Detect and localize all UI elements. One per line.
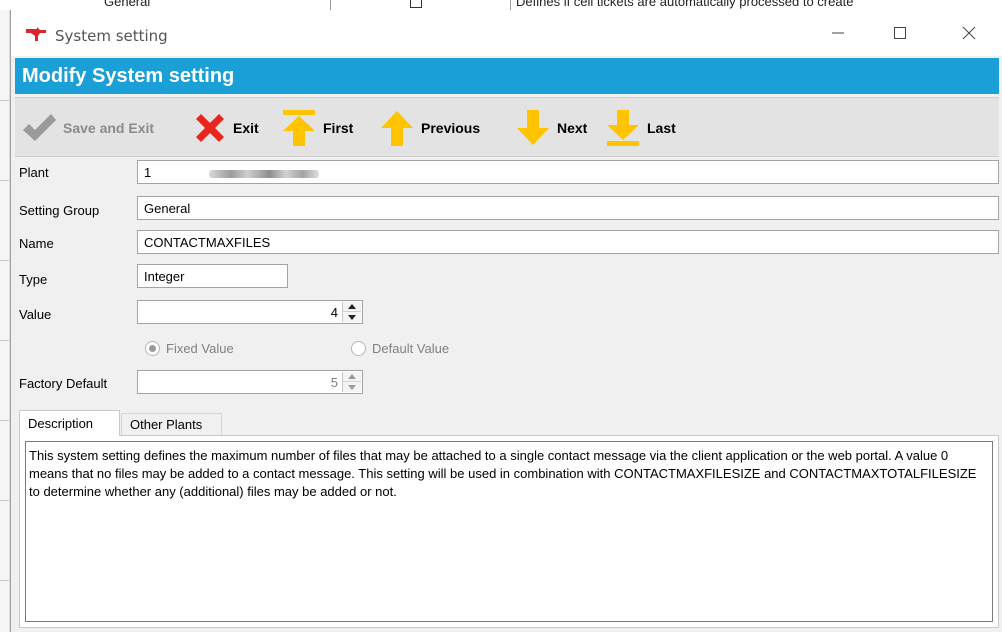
arrow-down-small-icon [348, 314, 356, 320]
arrow-down-small-icon [348, 384, 356, 390]
setting-group-value: General [144, 201, 191, 216]
name-label: Name [19, 236, 54, 251]
factory-default-decrement-button[interactable] [343, 382, 361, 392]
factory-default-value: 5 [330, 375, 338, 390]
fixed-value-label: Fixed Value [166, 341, 234, 356]
system-setting-dialog: System setting Modify System setting Sav… [10, 10, 1002, 632]
value-spin-buttons [342, 302, 361, 322]
plant-field[interactable]: 1 [137, 160, 999, 184]
radio-checked-icon [145, 341, 160, 356]
name-value: CONTACTMAXFILES [144, 235, 271, 250]
arrow-up-small-icon [348, 374, 356, 379]
radio-unchecked-icon [351, 341, 366, 356]
type-label: Type [19, 272, 48, 287]
background-cell-description: Defines if cell tickets are automaticall… [516, 0, 854, 9]
default-value-label: Default Value [372, 341, 450, 356]
grid-divider [510, 0, 511, 10]
previous-button[interactable]: Previous [379, 108, 480, 148]
setting-group-label: Setting Group [19, 203, 100, 218]
first-button[interactable]: First [281, 108, 353, 148]
last-label: Last [647, 120, 676, 136]
value-value: 4 [330, 305, 338, 320]
save-and-exit-button[interactable]: Save and Exit [21, 108, 154, 148]
minimize-button[interactable] [815, 10, 861, 56]
value-increment-button[interactable] [343, 302, 361, 312]
value-label: Value [19, 307, 52, 322]
factory-default-label: Factory Default [19, 376, 108, 391]
maximize-icon [894, 27, 906, 39]
window-title: System setting [55, 27, 168, 45]
plant-value: 1 [144, 165, 152, 180]
description-text: This system setting defines the maximum … [29, 448, 977, 499]
first-label: First [323, 120, 354, 136]
next-button[interactable]: Next [515, 108, 587, 148]
close-button[interactable] [946, 10, 992, 56]
background-checkbox [410, 0, 422, 8]
header-band: Modify System setting [15, 58, 999, 94]
arrow-up-small-icon [348, 304, 356, 309]
close-icon [962, 26, 976, 40]
arrow-last-icon [607, 110, 639, 146]
checkmark-icon [23, 114, 56, 141]
tab-other-plants-label: Other Plants [130, 417, 203, 432]
toolbar: Save and Exit Exit First Previous Next L… [15, 97, 999, 157]
default-value-radio[interactable]: Default Value [351, 341, 449, 356]
arrow-up-icon [381, 111, 413, 146]
previous-label: Previous [421, 120, 481, 136]
exit-button[interactable]: Exit [193, 108, 259, 148]
minimize-icon [832, 32, 844, 34]
save-and-exit-label: Save and Exit [63, 120, 155, 136]
type-field[interactable]: Integer [137, 264, 288, 288]
description-textarea[interactable]: This system setting defines the maximum … [25, 441, 993, 622]
value-decrement-button[interactable] [343, 312, 361, 322]
last-button[interactable]: Last [605, 108, 676, 148]
next-label: Next [557, 120, 588, 136]
grid-divider [330, 0, 331, 10]
red-x-icon [196, 114, 224, 142]
factory-default-spin-buttons [342, 372, 361, 392]
page-title: Modify System setting [22, 65, 235, 87]
exit-label: Exit [233, 120, 259, 136]
arrow-down-icon [517, 110, 549, 145]
arrow-first-icon [283, 110, 315, 146]
factory-default-increment-button[interactable] [343, 372, 361, 382]
redacted-plant-name [209, 169, 320, 178]
factory-default-stepper[interactable]: 5 [137, 370, 363, 394]
tab-description-label: Description [28, 416, 94, 431]
background-cell-group: General [104, 0, 151, 9]
fixed-value-radio[interactable]: Fixed Value [145, 341, 234, 356]
title-bar[interactable]: System setting [11, 10, 1002, 56]
plant-label: Plant [19, 165, 49, 180]
value-stepper[interactable]: 4 [137, 300, 363, 324]
name-field[interactable]: CONTACTMAXFILES [137, 230, 999, 254]
background-left-column [0, 10, 10, 632]
description-tab-panel: This system setting defines the maximum … [19, 435, 999, 628]
maximize-button[interactable] [877, 10, 923, 56]
tab-description[interactable]: Description [19, 410, 120, 436]
type-value: Integer [144, 269, 185, 284]
tab-other-plants[interactable]: Other Plants [121, 413, 222, 436]
background-grid: General Defines if cell tickets are auto… [0, 0, 1002, 10]
app-logo-icon [25, 26, 47, 42]
setting-group-field[interactable]: General [137, 196, 999, 220]
